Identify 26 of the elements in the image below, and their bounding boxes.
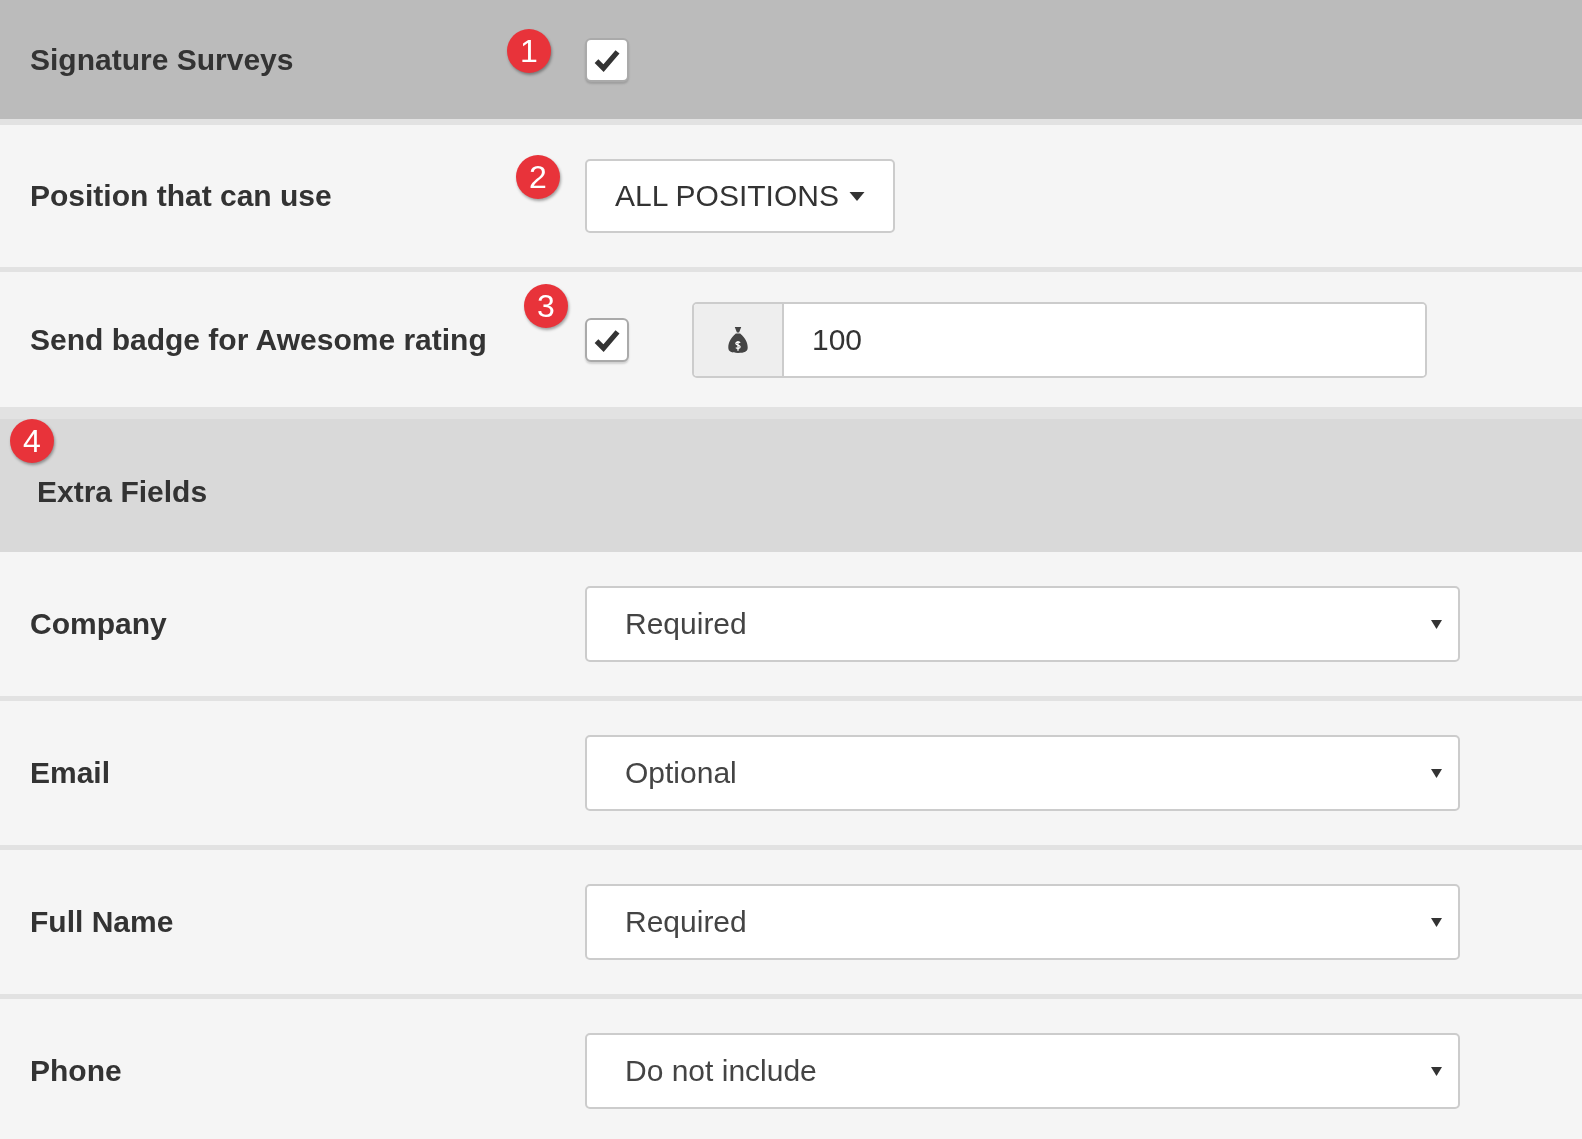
number-badge: 3 bbox=[524, 284, 568, 328]
checkbox[interactable] bbox=[585, 317, 629, 362]
select-dropdown[interactable]: Required bbox=[585, 586, 1460, 662]
row-label: Signature Surveys bbox=[30, 42, 294, 77]
select-dropdown[interactable]: Required bbox=[585, 884, 1460, 960]
row-label: Position that can use bbox=[30, 179, 332, 213]
row-label: Send badge for Awesome rating bbox=[30, 322, 487, 357]
caret-icon bbox=[1431, 768, 1442, 778]
caret-icon bbox=[848, 191, 865, 201]
caret-icon bbox=[1431, 619, 1442, 629]
row-label: Full Name bbox=[30, 905, 174, 939]
caret-icon bbox=[1431, 1066, 1442, 1076]
caret-icon bbox=[1431, 917, 1442, 927]
number-badge: 1 bbox=[507, 29, 551, 73]
number-badge: 2 bbox=[516, 155, 560, 199]
checkbox[interactable] bbox=[585, 37, 629, 82]
row-label: Company bbox=[30, 607, 167, 641]
select-dropdown[interactable]: Do not include bbox=[585, 1033, 1460, 1109]
dropdown-button[interactable]: ALL POSITIONS bbox=[585, 159, 895, 233]
amount-field[interactable]: 100 bbox=[692, 301, 1427, 378]
section-title: Extra Fields bbox=[37, 475, 208, 509]
money-bag-icon bbox=[727, 325, 749, 354]
number-badge: 4 bbox=[10, 419, 54, 463]
select-dropdown[interactable]: Optional bbox=[585, 735, 1460, 811]
row-label: Email bbox=[30, 756, 111, 790]
row-label: Phone bbox=[30, 1054, 122, 1088]
